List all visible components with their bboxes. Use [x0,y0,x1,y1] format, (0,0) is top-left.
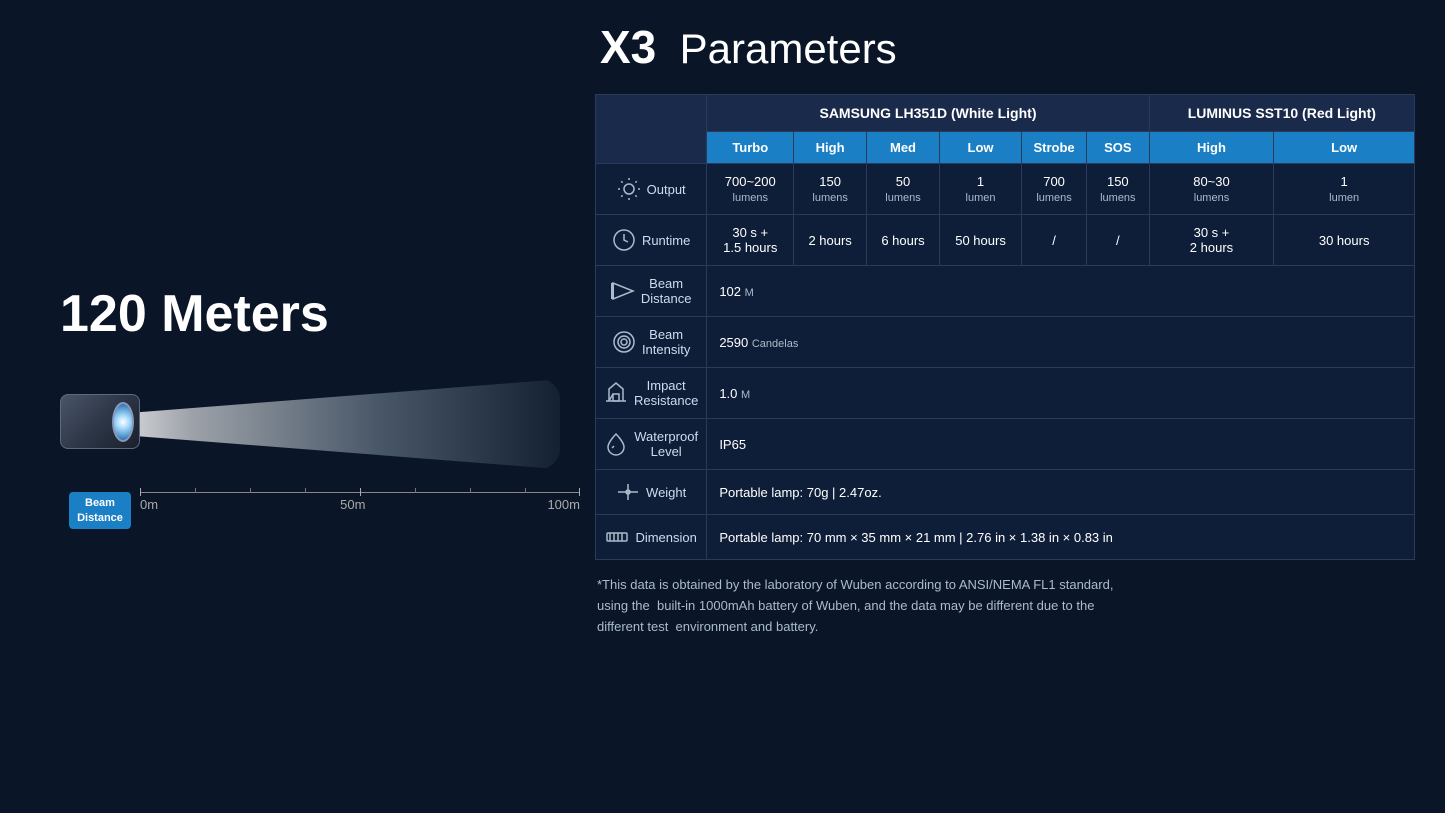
ruler-area: 0m 50m 100m [140,492,580,512]
value-beam-intensity: 2590 Candelas [707,317,1415,368]
row-beam-distance: BeamDistance 102 M [596,266,1415,317]
runtime-turbo: 30 s +1.5 hours [707,215,794,266]
row-output: Output 700~200lumens 150lumens 50lumens … [596,164,1415,215]
beam-distance-heading: 120 Meters [60,284,600,344]
label-waterproof: WaterproofLevel [596,419,707,470]
row-runtime: Runtime 30 s +1.5 hours 2 hours 6 hours … [596,215,1415,266]
value-dimension: Portable lamp: 70 mm × 35 mm × 21 mm | 2… [707,515,1415,560]
value-beam-distance: 102 M [707,266,1415,317]
th-turbo: Turbo [707,132,794,164]
output-high-red: 80~30lumens [1149,164,1274,215]
label-weight: Weight [596,470,707,515]
value-impact: 1.0 M [707,368,1415,419]
output-high: 150lumens [794,164,867,215]
flashlight-lens [112,402,134,442]
model-name: X3 [600,21,656,73]
label-beam-intensity: BeamIntensity [596,317,707,368]
dimension-icon [605,525,629,549]
beam-intensity-icon [612,330,636,354]
weight-icon [616,480,640,504]
row-impact: ImpactResistance 1.0 M [596,368,1415,419]
output-turbo: 700~200lumens [707,164,794,215]
runtime-high: 2 hours [794,215,867,266]
label-impact: ImpactResistance [596,368,707,419]
ruler-line [140,492,580,493]
beam-ray [100,379,560,469]
label-beam-distance: BeamDistance [596,266,707,317]
beam-distance-icon [611,279,635,303]
page-title: X3 Parameters [595,20,1415,74]
clock-icon [612,228,636,252]
waterproof-icon [604,432,628,456]
row-weight: Weight Portable lamp: 70g | 2.47oz. [596,470,1415,515]
runtime-low-red: 30 hours [1274,215,1415,266]
th-low-white: Low [939,132,1021,164]
th-low-red: Low [1274,132,1415,164]
th-med: Med [867,132,940,164]
value-weight: Portable lamp: 70g | 2.47oz. [707,470,1415,515]
flashlight-visual [60,374,580,474]
th-high-red: High [1149,132,1274,164]
row-waterproof: WaterproofLevel IP65 [596,419,1415,470]
runtime-low: 50 hours [939,215,1021,266]
badge-area: Beam Distance [60,492,140,529]
runtime-sos: / [1087,215,1150,266]
th-sos: SOS [1087,132,1150,164]
row-beam-intensity: BeamIntensity 2590 Candelas [596,317,1415,368]
output-low-red: 1lumen [1274,164,1415,215]
th-high-white: High [794,132,867,164]
output-med: 50lumens [867,164,940,215]
output-strobe: 700lumens [1022,164,1087,215]
scale-section: Beam Distance 0m 50m 100m [60,492,580,529]
runtime-high-red: 30 s +2 hours [1149,215,1274,266]
scale-label-50: 50m [340,497,365,512]
output-sos: 150lumens [1087,164,1150,215]
output-low: 1lumen [939,164,1021,215]
beam-distance-badge: Beam Distance [69,492,131,529]
value-waterproof: IP65 [707,419,1415,470]
specs-table: SAMSUNG LH351D (White Light) LUMINUS SST… [595,94,1415,560]
th-strobe: Strobe [1022,132,1087,164]
runtime-med: 6 hours [867,215,940,266]
scale-label-0: 0m [140,497,158,512]
runtime-strobe: / [1022,215,1087,266]
label-dimension: Dimension [596,515,707,560]
th-luminus: LUMINUS SST10 (Red Light) [1149,95,1414,132]
scale-label-100: 100m [547,497,580,512]
row-dimension: Dimension Portable lamp: 70 mm × 35 mm ×… [596,515,1415,560]
footnote-text: *This data is obtained by the laboratory… [597,577,1113,634]
label-output: Output [596,164,707,215]
left-panel: 120 Meters Beam Distance [0,0,600,813]
label-runtime: Runtime [596,215,707,266]
impact-icon [604,381,628,405]
footnote: *This data is obtained by the laboratory… [595,575,1415,637]
sun-icon [617,177,641,201]
right-panel: X3 Parameters SAMSUNG LH351D (White Ligh… [595,20,1415,637]
th-samsung: SAMSUNG LH351D (White Light) [707,95,1149,132]
flashlight-body [60,394,140,449]
page-params: Parameters [680,25,897,72]
